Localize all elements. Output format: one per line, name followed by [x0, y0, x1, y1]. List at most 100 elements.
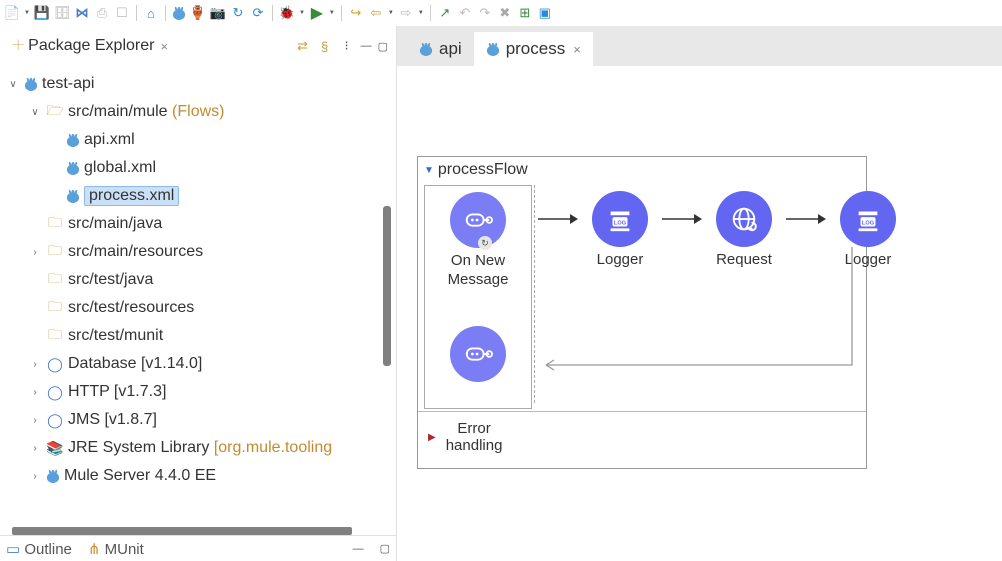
arrow-icon	[660, 191, 704, 247]
flow-processors-area[interactable]: ↻ On New Message	[418, 183, 866, 411]
step-out-icon[interactable]: ↪	[348, 5, 364, 21]
arrow-icon	[536, 191, 580, 247]
cycle-icon[interactable]: ⟳	[250, 5, 266, 21]
editor-tab-process[interactable]: process ×	[474, 32, 593, 66]
jar-icon[interactable]: 🏺	[190, 5, 206, 21]
box2-icon[interactable]: ▣	[537, 5, 553, 21]
build-icon[interactable]: ↻	[230, 5, 246, 21]
box-icon[interactable]: ☐	[114, 5, 130, 21]
plus-box-icon[interactable]: ⊞	[517, 5, 533, 21]
outline-tab[interactable]: ▭ Outline	[6, 540, 72, 558]
expand-icon[interactable]: ∨	[6, 79, 20, 90]
package-icon: 🗀	[46, 240, 64, 264]
new-dropdown[interactable]: ▼	[24, 10, 30, 16]
logger-component[interactable]: LOG Logger	[580, 191, 660, 270]
minimize-icon[interactable]: —	[361, 40, 372, 52]
component-label: On New Message	[448, 252, 509, 290]
view-menu-icon[interactable]: ⁝	[339, 38, 355, 54]
mule-file-icon	[419, 42, 433, 56]
project-tree[interactable]: ∨ test-api ∨ 🗁 src/main/mule (Flows) api…	[0, 66, 396, 535]
vs-icon[interactable]: ⋈	[74, 5, 90, 21]
collapse-icon[interactable]: ▼	[424, 165, 434, 176]
tree-lib[interactable]: HTTP [v1.7.3]	[68, 383, 166, 401]
debug-dropdown[interactable]: ▼	[299, 10, 305, 16]
tree-file-selected[interactable]: process.xml	[84, 186, 179, 206]
tree-flows-folder[interactable]: src/main/mule (Flows)	[68, 103, 224, 121]
open-ext-icon[interactable]: ↗	[437, 5, 453, 21]
flow-source-box[interactable]: ↻ On New Message	[424, 185, 532, 409]
expand-icon[interactable]: ›	[28, 247, 42, 258]
link-icon[interactable]: ⇄	[295, 38, 311, 54]
save-all-icon[interactable]: 🗄	[54, 5, 70, 21]
redo-icon[interactable]: ↷	[477, 5, 493, 21]
flow-name: processFlow	[438, 161, 528, 179]
expand-icon[interactable]: ›	[28, 415, 42, 426]
debug-icon[interactable]: 🐞	[279, 5, 295, 21]
new-icon[interactable]: 📄	[4, 5, 20, 21]
expand-icon[interactable]: ›	[28, 471, 42, 482]
toolbar-separator	[341, 5, 342, 21]
flow-container[interactable]: ▼ processFlow ↻ On New Message	[417, 156, 867, 469]
svg-text:LOG: LOG	[862, 221, 875, 227]
save-icon[interactable]: 💾	[34, 5, 50, 21]
tree-project[interactable]: test-api	[42, 75, 94, 93]
mule-file-icon	[486, 42, 500, 56]
flow-canvas[interactable]: ▼ processFlow ↻ On New Message	[397, 66, 1002, 561]
package-explorer-tab[interactable]: 🞡 Package Explorer ×	[6, 33, 174, 59]
expand-icon[interactable]: ›	[28, 387, 42, 398]
editor-tab-api[interactable]: api	[407, 32, 474, 66]
tree-jre[interactable]: JRE System Library [org.mule.tooling	[68, 439, 332, 457]
tree-lib[interactable]: Database [v1.14.0]	[68, 355, 202, 373]
tree-folder[interactable]: src/main/java	[68, 215, 162, 233]
tree-folder[interactable]: src/test/java	[68, 271, 153, 289]
jms-reply-icon	[450, 326, 506, 382]
close-icon[interactable]: ×	[160, 39, 168, 54]
folder-icon: 🗁	[46, 100, 64, 124]
run-icon[interactable]: ▶	[309, 5, 325, 21]
maximize-icon[interactable]: ▢	[378, 40, 388, 53]
logger-icon: LOG	[592, 191, 648, 247]
maximize-icon[interactable]: ▢	[380, 542, 390, 555]
tree-folder[interactable]: src/test/munit	[68, 327, 163, 345]
logger-component[interactable]: LOG Logger	[828, 191, 908, 270]
expand-icon[interactable]: ∨	[28, 107, 42, 118]
close-icon[interactable]: ×	[573, 42, 581, 57]
tree-file[interactable]: api.xml	[84, 131, 135, 149]
step-back-icon[interactable]: ⇦	[368, 5, 384, 21]
expand-icon[interactable]: ›	[28, 443, 42, 454]
package-icon: 🗀	[46, 268, 64, 292]
flow-title-bar[interactable]: ▼ processFlow	[418, 157, 866, 183]
close-icon[interactable]: ✖	[497, 5, 513, 21]
undo-icon[interactable]: ↶	[457, 5, 473, 21]
expand-placeholder: ›	[28, 331, 42, 342]
munit-tab[interactable]: ⋔ MUnit	[88, 540, 144, 558]
tree-lib[interactable]: JMS [v1.8.7]	[68, 411, 157, 429]
jms-reply-component[interactable]	[423, 326, 533, 382]
error-handling-section[interactable]: ▶ Error handling	[418, 411, 866, 468]
camera-icon[interactable]: 📷	[210, 5, 226, 21]
tree-folder[interactable]: src/test/resources	[68, 299, 194, 317]
request-component[interactable]: Request	[704, 191, 784, 270]
jms-listener-icon: ↻	[450, 192, 506, 248]
tree-file[interactable]: global.xml	[84, 159, 156, 177]
vertical-scrollbar[interactable]	[383, 206, 391, 366]
expand-icon[interactable]: ›	[28, 359, 42, 370]
view-tab-row: 🞡 Package Explorer × ⇄ § ⁝ — ▢	[0, 26, 396, 66]
filter-icon[interactable]: §	[317, 38, 333, 54]
step-fwd-dropdown[interactable]: ▼	[418, 10, 424, 16]
tree-folder[interactable]: src/main/resources	[68, 243, 203, 261]
on-new-message-component[interactable]: ↻ On New Message	[423, 192, 533, 290]
step-fwd-icon[interactable]: ⇨	[398, 5, 414, 21]
nav-icon[interactable]: ⌂	[143, 5, 159, 21]
tree-server[interactable]: Mule Server 4.4.0 EE	[64, 467, 216, 485]
expand-placeholder: ›	[28, 303, 42, 314]
editor-tab-label: process	[506, 39, 566, 59]
step-dropdown[interactable]: ▼	[388, 10, 394, 16]
expand-icon[interactable]: ▶	[428, 432, 436, 443]
main-toolbar: 📄 ▼ 💾 🗄 ⋈ ⎙ ☐ ⌂ 🏺 📷 ↻ ⟳ 🐞 ▼ ▶ ▼ ↪ ⇦ ▼ ⇨ …	[0, 0, 1002, 26]
horizontal-scrollbar[interactable]	[12, 527, 352, 535]
minimize-icon[interactable]: —	[353, 543, 364, 555]
disk-icon[interactable]: ⎙	[94, 5, 110, 21]
mule-icon[interactable]	[172, 6, 186, 20]
run-dropdown[interactable]: ▼	[329, 10, 335, 16]
